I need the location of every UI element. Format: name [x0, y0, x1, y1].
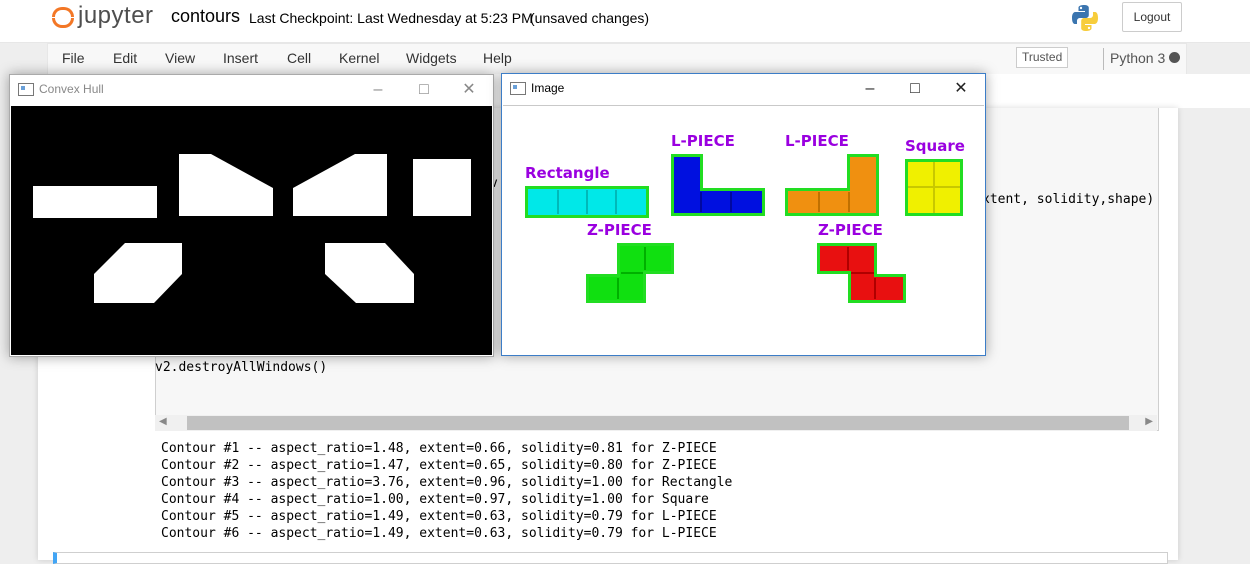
- menu-file[interactable]: File: [62, 50, 85, 66]
- menu-help[interactable]: Help: [483, 50, 512, 66]
- output-line: Contour #3 -- aspect_ratio=3.76, extent=…: [161, 475, 733, 490]
- logout-button[interactable]: Logout: [1122, 2, 1182, 32]
- cell-output: Contour #1 -- aspect_ratio=1.48, extent=…: [161, 440, 1061, 542]
- z-piece-green: [586, 243, 674, 303]
- window-app-icon: [18, 83, 34, 96]
- output-line: Contour #4 -- aspect_ratio=1.00, extent=…: [161, 492, 709, 507]
- hull-l-piece-1: [179, 154, 273, 216]
- code-fragment: xtent, solidity,shape): [982, 192, 1155, 207]
- square-piece: [905, 159, 963, 216]
- hull-l-piece-2: [293, 154, 387, 216]
- menu-edit[interactable]: Edit: [113, 50, 137, 66]
- kernel-status-icon: [1169, 52, 1180, 63]
- convex-hull-window[interactable]: Convex Hull – □ ✕: [9, 74, 494, 357]
- checkpoint-status: Last Checkpoint: Last Wednesday at 5:23 …: [249, 10, 533, 26]
- image-window[interactable]: Image – □ ✕ Rectangle L-PIECE L-PIECE Sq…: [501, 73, 986, 356]
- minimize-icon[interactable]: –: [358, 79, 398, 101]
- hull-z-piece-2: [325, 243, 414, 303]
- output-line: Contour #1 -- aspect_ratio=1.48, extent=…: [161, 441, 717, 456]
- menu-kernel[interactable]: Kernel: [339, 50, 379, 66]
- kernel-separator: [1103, 48, 1104, 70]
- hull-square: [413, 159, 471, 216]
- output-line: Contour #6 -- aspect_ratio=1.49, extent=…: [161, 526, 717, 541]
- kernel-name[interactable]: Python 3: [1110, 50, 1165, 66]
- output-line: Contour #5 -- aspect_ratio=1.49, extent=…: [161, 509, 717, 524]
- notebook-name[interactable]: contours: [171, 6, 240, 27]
- trusted-indicator[interactable]: Trusted: [1016, 47, 1069, 68]
- unsaved-status: (unsaved changes): [530, 10, 650, 26]
- horizontal-scrollbar[interactable]: ◀ ▶: [155, 415, 1157, 431]
- output-line: Contour #2 -- aspect_ratio=1.47, extent=…: [161, 458, 717, 473]
- close-icon[interactable]: ✕: [941, 78, 981, 100]
- maximize-icon[interactable]: □: [895, 78, 935, 100]
- scroll-left-icon[interactable]: ◀: [159, 416, 167, 427]
- rectangle-label: Rectangle: [525, 164, 610, 182]
- hull-z-piece-1: [94, 243, 182, 303]
- minimize-icon[interactable]: –: [850, 78, 890, 100]
- menu-view[interactable]: View: [165, 50, 195, 66]
- rectangle-piece: [525, 186, 649, 218]
- window-titlebar[interactable]: Convex Hull – □ ✕: [10, 75, 493, 105]
- menu-cell[interactable]: Cell: [287, 50, 311, 66]
- hull-rectangle: [33, 186, 157, 218]
- menu-insert[interactable]: Insert: [223, 50, 258, 66]
- jupyter-logo-icon: [50, 4, 74, 28]
- z-piece-label: Z-PIECE: [818, 221, 883, 239]
- window-titlebar[interactable]: Image – □ ✕: [502, 74, 985, 104]
- jupyter-logo-text: jupyter: [78, 2, 154, 29]
- window-title: Convex Hull: [39, 82, 104, 96]
- menu-widgets[interactable]: Widgets: [406, 50, 457, 66]
- next-code-cell[interactable]: [53, 552, 1168, 564]
- z-piece-red: [817, 243, 906, 303]
- maximize-icon[interactable]: □: [404, 79, 444, 101]
- jupyter-header: jupyter contours Last Checkpoint: Last W…: [0, 0, 1250, 43]
- convex-hull-canvas: [11, 106, 492, 355]
- l-piece-orange: [785, 154, 879, 216]
- menubar: File Edit View Insert Cell Kernel Widget…: [47, 43, 1187, 75]
- window-app-icon: [510, 82, 526, 95]
- tetris-image-canvas: Rectangle L-PIECE L-PIECE Square Z-PIECE…: [503, 105, 984, 355]
- l-piece-label: L-PIECE: [671, 132, 735, 150]
- square-label: Square: [905, 137, 965, 155]
- close-icon[interactable]: ✕: [449, 79, 489, 101]
- z-piece-label: Z-PIECE: [587, 221, 652, 239]
- python-logo-icon: [1072, 5, 1098, 31]
- code-fragment: v2.destroyAllWindows(): [155, 360, 328, 375]
- jupyter-logo[interactable]: jupyter: [50, 2, 160, 32]
- window-title: Image: [531, 81, 565, 95]
- l-piece-label: L-PIECE: [785, 132, 849, 150]
- scroll-right-icon[interactable]: ▶: [1145, 416, 1153, 427]
- scrollbar-thumb[interactable]: [187, 416, 1129, 430]
- l-piece-blue: [671, 154, 765, 216]
